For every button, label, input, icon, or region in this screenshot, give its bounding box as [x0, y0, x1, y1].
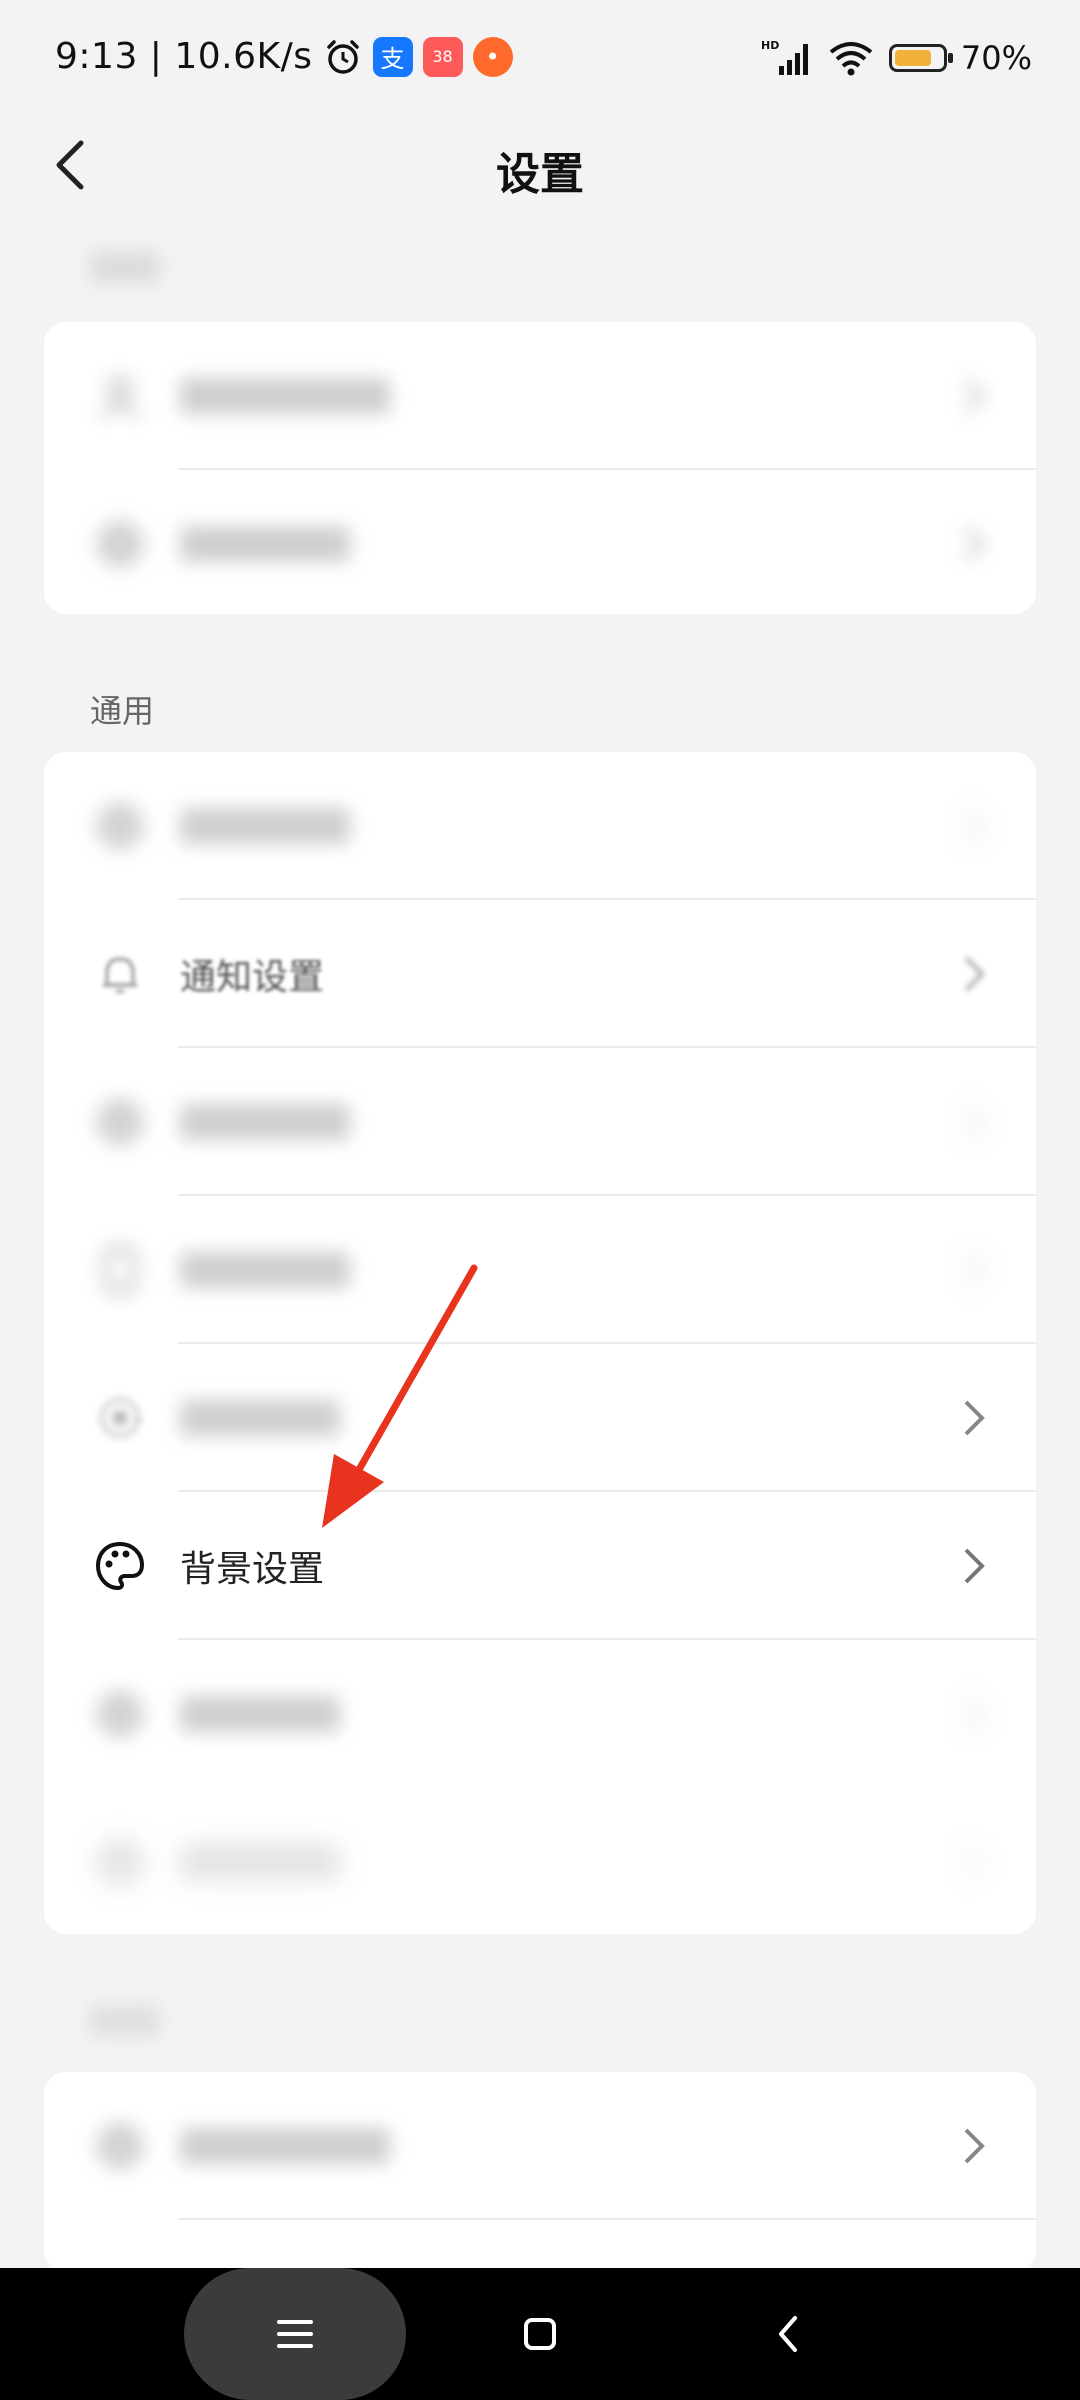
settings-card-account [44, 322, 1036, 614]
item-icon [94, 800, 146, 852]
navigation-bar [0, 2268, 1080, 2400]
alarm-icon [326, 39, 359, 74]
back-icon [779, 2316, 797, 2352]
chevron-right-icon [964, 1104, 985, 1140]
chevron-right-icon [964, 1252, 985, 1288]
row-label-placeholder [180, 1252, 350, 1288]
item-icon [94, 1688, 146, 1740]
phone-icon [94, 1244, 146, 1296]
row-label-placeholder [180, 2128, 390, 2164]
chevron-right-icon [964, 808, 985, 844]
settings-row[interactable] [44, 470, 1036, 614]
item-icon [94, 2120, 146, 2172]
status-left: 9:13 | 10.6K/s 支 38 • [55, 36, 513, 77]
menu-icon [277, 2320, 313, 2348]
app-badge-icon: 38 [422, 36, 463, 77]
item-icon [94, 1096, 146, 1148]
chevron-right-icon [964, 526, 985, 562]
signal-hd-label: HD [761, 39, 779, 52]
settings-row[interactable] [44, 1344, 1036, 1492]
settings-row[interactable] [44, 322, 1036, 470]
chevron-right-icon [964, 1548, 985, 1584]
battery-percent: 70% [960, 39, 1032, 77]
app-badge-number: 38 [432, 47, 453, 66]
page-title: 设置 [496, 149, 584, 200]
divider [178, 2218, 1036, 2220]
settings-row[interactable] [44, 752, 1036, 900]
bell-icon [94, 948, 146, 1000]
item-icon [94, 1836, 146, 1888]
settings-row[interactable] [44, 1196, 1036, 1344]
settings-row-background[interactable]: 背景设置 [44, 1492, 1036, 1640]
settings-card-about [44, 2072, 1036, 2272]
user-icon [94, 370, 146, 422]
item-icon [94, 518, 146, 570]
chevron-right-icon [964, 2128, 985, 2164]
chevron-right-icon [964, 1400, 985, 1436]
palette-icon [94, 1540, 146, 1592]
home-icon [524, 2318, 556, 2350]
settings-row[interactable] [44, 1788, 1036, 1934]
chevron-right-icon [964, 1696, 985, 1732]
alipay-icon: 支 [372, 36, 413, 77]
back-nav-button[interactable] [756, 2302, 820, 2366]
signal-icon: HD [761, 39, 808, 75]
chevron-right-icon [964, 1844, 985, 1880]
row-label-placeholder [180, 1104, 350, 1140]
row-label-placeholder [180, 378, 390, 414]
item-icon [94, 1392, 146, 1444]
settings-card-general: 通知设置 背景设置 [44, 752, 1036, 1934]
section-title-about [90, 2006, 160, 2044]
row-label-placeholder [180, 808, 350, 844]
settings-row-notifications[interactable]: 通知设置 [44, 900, 1036, 1048]
home-button[interactable] [508, 2302, 572, 2366]
row-label: 背景设置 [180, 1549, 325, 1590]
chevron-right-icon [964, 378, 985, 414]
settings-row[interactable] [44, 1048, 1036, 1196]
status-bar: 9:13 | 10.6K/s 支 38 • HD 70% [0, 0, 1080, 120]
settings-row[interactable] [44, 1640, 1036, 1788]
row-label-placeholder [180, 1400, 340, 1436]
settings-row[interactable] [44, 2072, 1036, 2220]
battery-icon [888, 44, 953, 72]
section-title-account [90, 252, 160, 290]
battery-fill [894, 50, 932, 66]
status-right: HD 70% [761, 38, 1032, 78]
chevron-right-icon [964, 956, 985, 992]
menu-button[interactable] [263, 2302, 327, 2366]
section-title-general: 通用 [90, 692, 155, 730]
wifi-icon [829, 42, 873, 76]
row-label-placeholder [180, 1696, 340, 1732]
status-time: 9:13 | 10.6K/s [55, 36, 313, 77]
row-label-placeholder [180, 526, 350, 562]
orange-app-icon: • [472, 36, 513, 77]
row-label-placeholder [180, 1844, 340, 1880]
row-label: 通知设置 [180, 957, 325, 998]
